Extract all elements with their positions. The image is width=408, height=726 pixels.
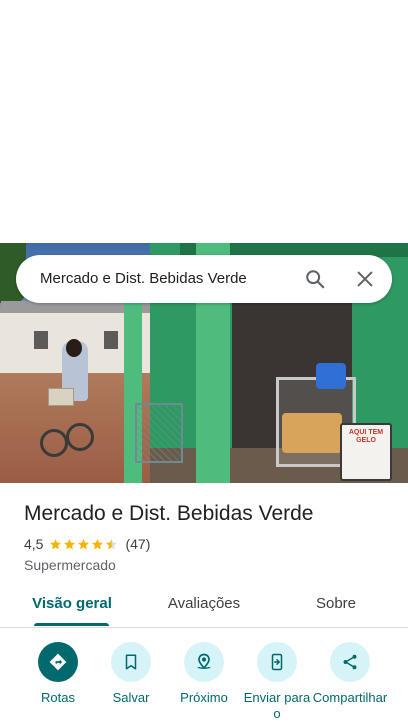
send-to-phone-button[interactable]: Enviar para o [239, 640, 315, 722]
nearby-button[interactable]: Próximo [166, 640, 242, 706]
photo-ice-sign-text: AQUI TEM GELO [348, 429, 384, 444]
photo-bike-wheel [40, 429, 68, 457]
share-label: Compartilhar [312, 690, 388, 705]
directions-label: Rotas [41, 690, 75, 705]
photo-window [34, 331, 48, 349]
photo-cart [135, 403, 183, 463]
star-rating [49, 538, 119, 551]
tab-reviews[interactable]: Avaliações [158, 584, 250, 628]
star-icon [78, 538, 90, 549]
map-area-blank [0, 0, 408, 243]
star-icon [92, 538, 104, 549]
star-icon [106, 538, 118, 549]
photo-basket [48, 388, 74, 406]
place-tabs: Visão geral Avaliações Sobre [0, 584, 408, 628]
directions-button[interactable]: Rotas [20, 640, 96, 706]
place-title: Mercado e Dist. Bebidas Verde [24, 502, 314, 525]
star-icon [64, 538, 76, 549]
share-button[interactable]: Compartilhar [312, 640, 388, 706]
close-icon[interactable] [354, 268, 376, 290]
nearby-icon [184, 642, 224, 682]
photo-window [104, 331, 118, 349]
photo-bags [282, 413, 342, 453]
save-button[interactable]: Salvar [93, 640, 169, 706]
share-icon [330, 642, 370, 682]
review-count[interactable]: (47) [125, 536, 150, 552]
search-icon[interactable] [304, 268, 326, 290]
search-query[interactable]: Mercado e Dist. Bebidas Verde [40, 255, 247, 303]
tab-overview[interactable]: Visão geral [26, 584, 118, 628]
send-to-phone-label: Enviar para o [243, 690, 311, 721]
photo-cooler [316, 363, 346, 389]
place-category[interactable]: Supermercado [24, 556, 116, 574]
photo-person-head [66, 339, 82, 357]
action-bar: Rotas Salvar Próximo Enviar para o Compa… [0, 640, 408, 726]
nearby-label: Próximo [180, 690, 228, 705]
rating-row[interactable]: 4,5 (47) [24, 535, 150, 553]
search-bar[interactable]: Mercado e Dist. Bebidas Verde [16, 255, 392, 303]
save-label: Salvar [112, 690, 150, 705]
star-icon [50, 538, 62, 549]
rating-value: 4,5 [24, 536, 44, 552]
tab-indicator [34, 623, 109, 626]
photo-bike-wheel [66, 423, 94, 451]
send-to-phone-icon [257, 642, 297, 682]
directions-icon [38, 642, 78, 682]
tab-about[interactable]: Sobre [300, 584, 372, 628]
bookmark-icon [111, 642, 151, 682]
